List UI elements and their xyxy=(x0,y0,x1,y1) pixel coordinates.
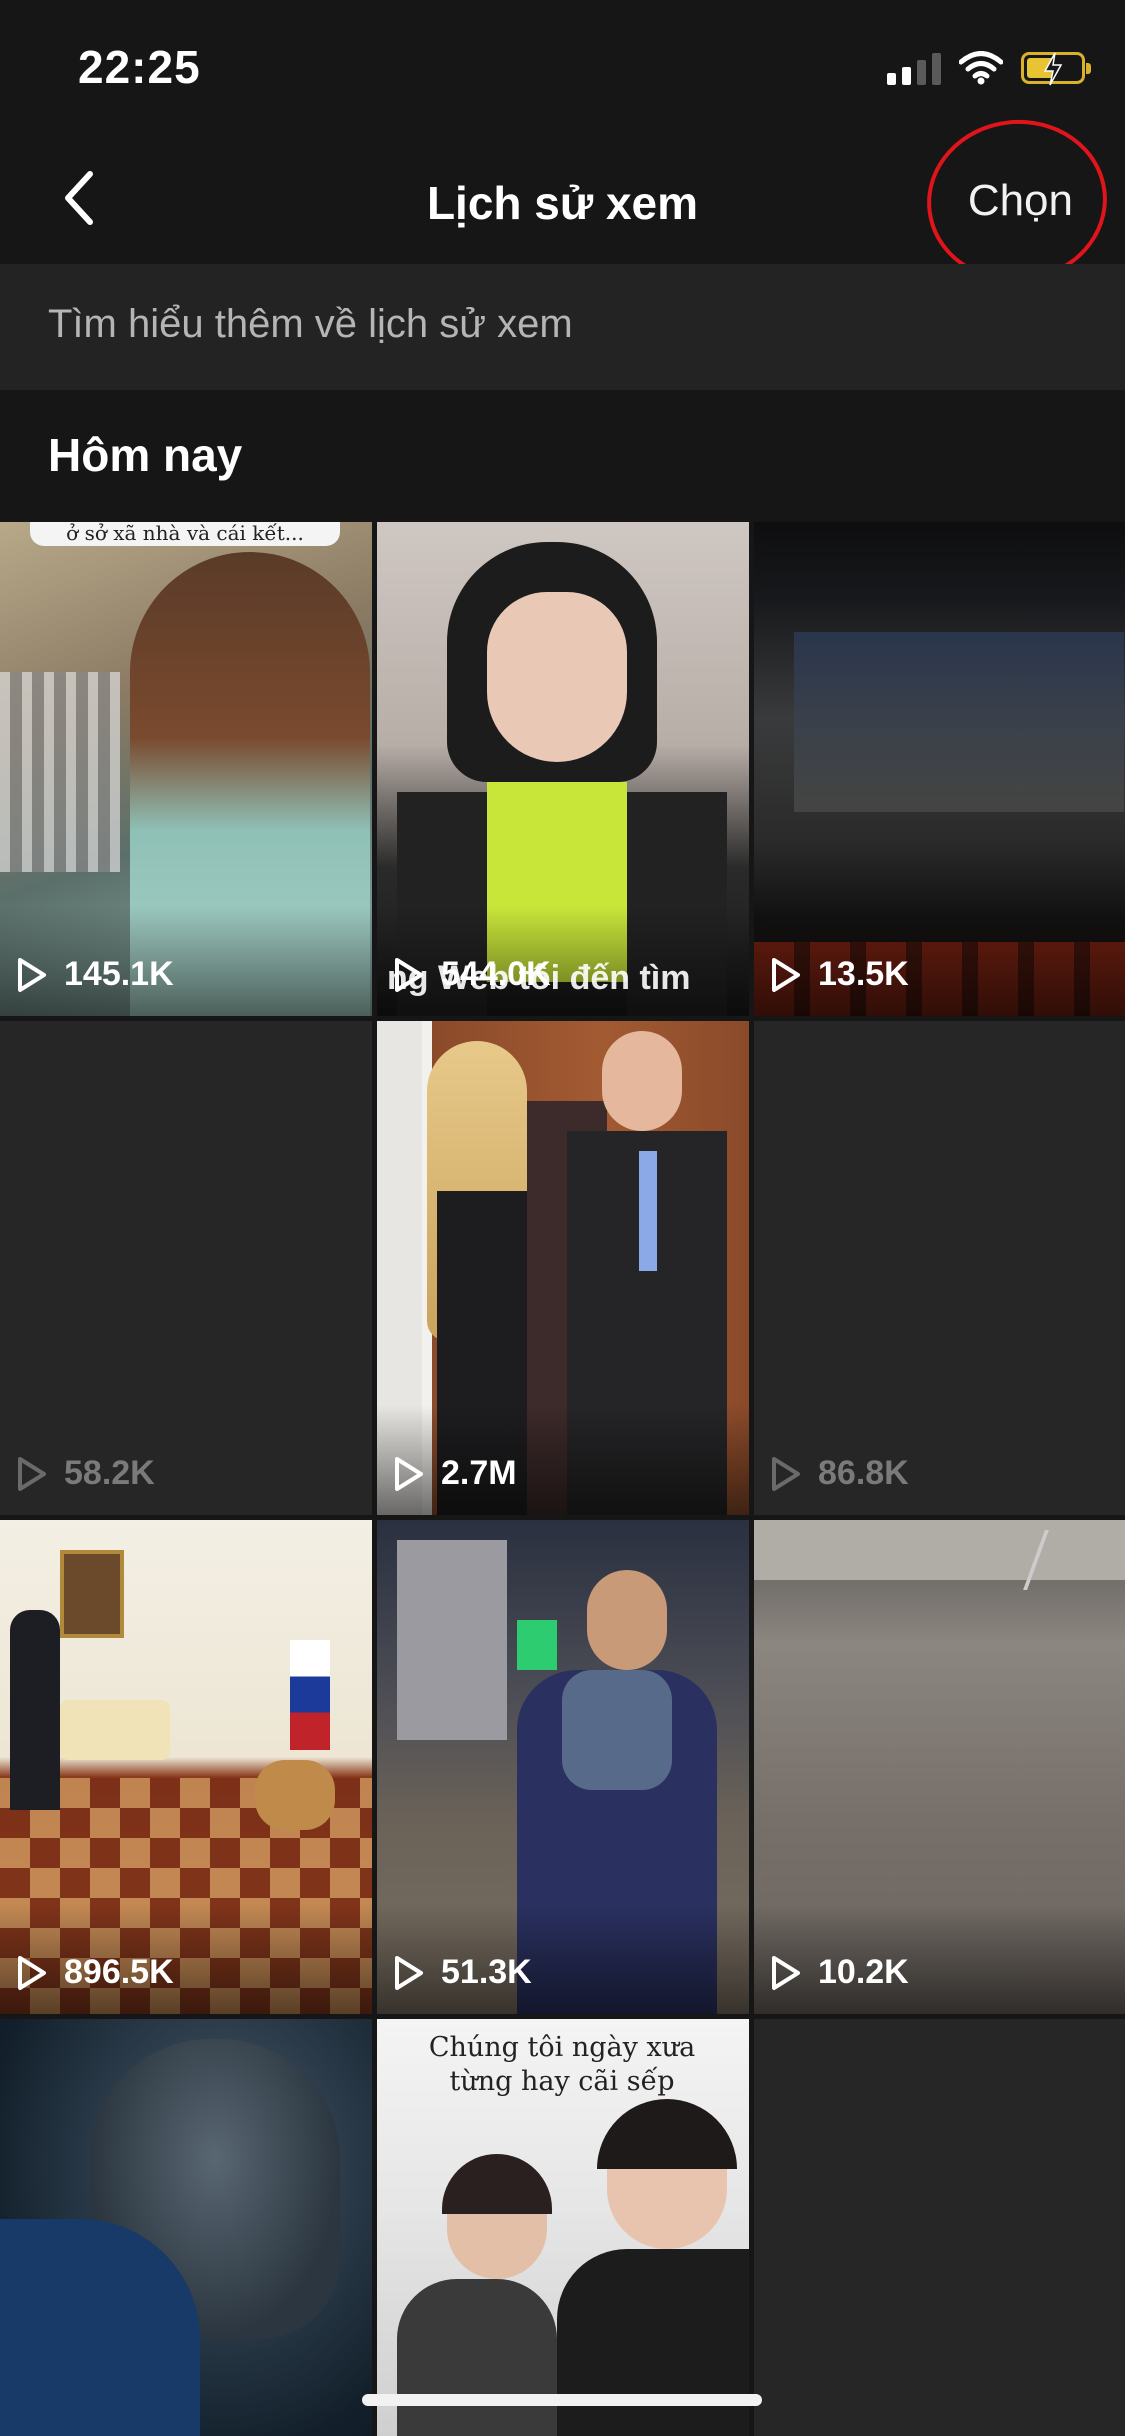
video-grid: ở sở xã nhà và cái kết... 145.1K ng Web … xyxy=(0,522,1125,2436)
view-count-label: 51.3K xyxy=(441,1953,532,1991)
select-button[interactable]: Chọn xyxy=(968,176,1073,226)
view-count-label: 10.2K xyxy=(818,1953,909,1991)
view-count: 10.2K xyxy=(770,1953,909,1992)
view-count-label: 13.5K xyxy=(818,955,909,993)
video-thumbnail[interactable]: ng Web tôi đến tìm 544.0K xyxy=(377,522,749,1016)
play-icon xyxy=(395,1456,423,1491)
back-button[interactable] xyxy=(40,160,116,236)
home-indicator[interactable] xyxy=(362,2394,762,2406)
video-caption: ở sở xã nhà và cái kết... xyxy=(30,522,340,546)
view-count: 145.1K xyxy=(16,955,174,994)
status-icons xyxy=(887,48,1091,88)
view-count-label: 86.8K xyxy=(818,1454,909,1492)
wifi-icon xyxy=(959,51,1003,85)
play-icon xyxy=(772,1456,800,1491)
status-time: 22:25 xyxy=(78,41,201,93)
cellular-signal-icon xyxy=(887,51,941,85)
chevron-left-icon xyxy=(65,171,93,225)
view-count-label: 544.0K xyxy=(441,955,551,993)
view-count-label: 58.2K xyxy=(64,1454,155,1492)
video-thumbnail[interactable]: 13.5K xyxy=(754,522,1125,1016)
battery-charging-icon xyxy=(1021,52,1091,86)
video-thumbnail[interactable]: 86.8K xyxy=(754,1021,1125,1515)
view-count: 86.8K xyxy=(770,1454,909,1493)
view-count: 896.5K xyxy=(16,1953,174,1992)
view-count-label: 896.5K xyxy=(64,1953,174,1991)
video-thumbnail[interactable]: 51.3K xyxy=(377,1520,749,2014)
status-bar: 22:25 xyxy=(0,0,1125,132)
play-icon xyxy=(772,957,800,992)
page-title: Lịch sử xem xyxy=(426,177,699,229)
video-thumbnail[interactable]: 58.2K xyxy=(0,1021,372,1515)
video-caption: Chúng tôi ngày xưa từng hay cãi sếp xyxy=(428,2032,696,2097)
view-count: 13.5K xyxy=(770,955,909,994)
video-thumbnail[interactable]: 10.2K xyxy=(754,1520,1125,2014)
learn-more-row[interactable]: Tìm hiểu thêm về lịch sử xem xyxy=(0,264,1125,390)
video-thumbnail[interactable] xyxy=(754,2019,1125,2436)
video-thumbnail[interactable]: ở sở xã nhà và cái kết... 145.1K xyxy=(0,522,372,1016)
video-thumbnail[interactable] xyxy=(0,2019,372,2436)
view-count: 544.0K xyxy=(393,955,551,994)
play-icon xyxy=(772,1955,800,1990)
video-thumbnail[interactable]: 896.5K xyxy=(0,1520,372,2014)
play-icon xyxy=(395,1955,423,1990)
play-icon xyxy=(18,1955,46,1990)
view-count-label: 145.1K xyxy=(64,955,174,993)
play-icon xyxy=(18,957,46,992)
section-title-today: Hôm nay xyxy=(48,429,243,481)
video-thumbnail[interactable]: 2.7M xyxy=(377,1021,749,1515)
view-count: 51.3K xyxy=(393,1953,532,1992)
learn-more-link[interactable]: Tìm hiểu thêm về lịch sử xem xyxy=(48,302,573,347)
play-icon xyxy=(18,1456,46,1491)
video-thumbnail[interactable]: Chúng tôi ngày xưa từng hay cãi sếp xyxy=(377,2019,749,2436)
navigation-header: Lịch sử xem Chọn xyxy=(0,132,1125,264)
view-count: 58.2K xyxy=(16,1454,155,1493)
view-count-label: 2.7M xyxy=(441,1454,517,1492)
view-count: 2.7M xyxy=(393,1454,517,1493)
play-icon xyxy=(395,957,423,992)
